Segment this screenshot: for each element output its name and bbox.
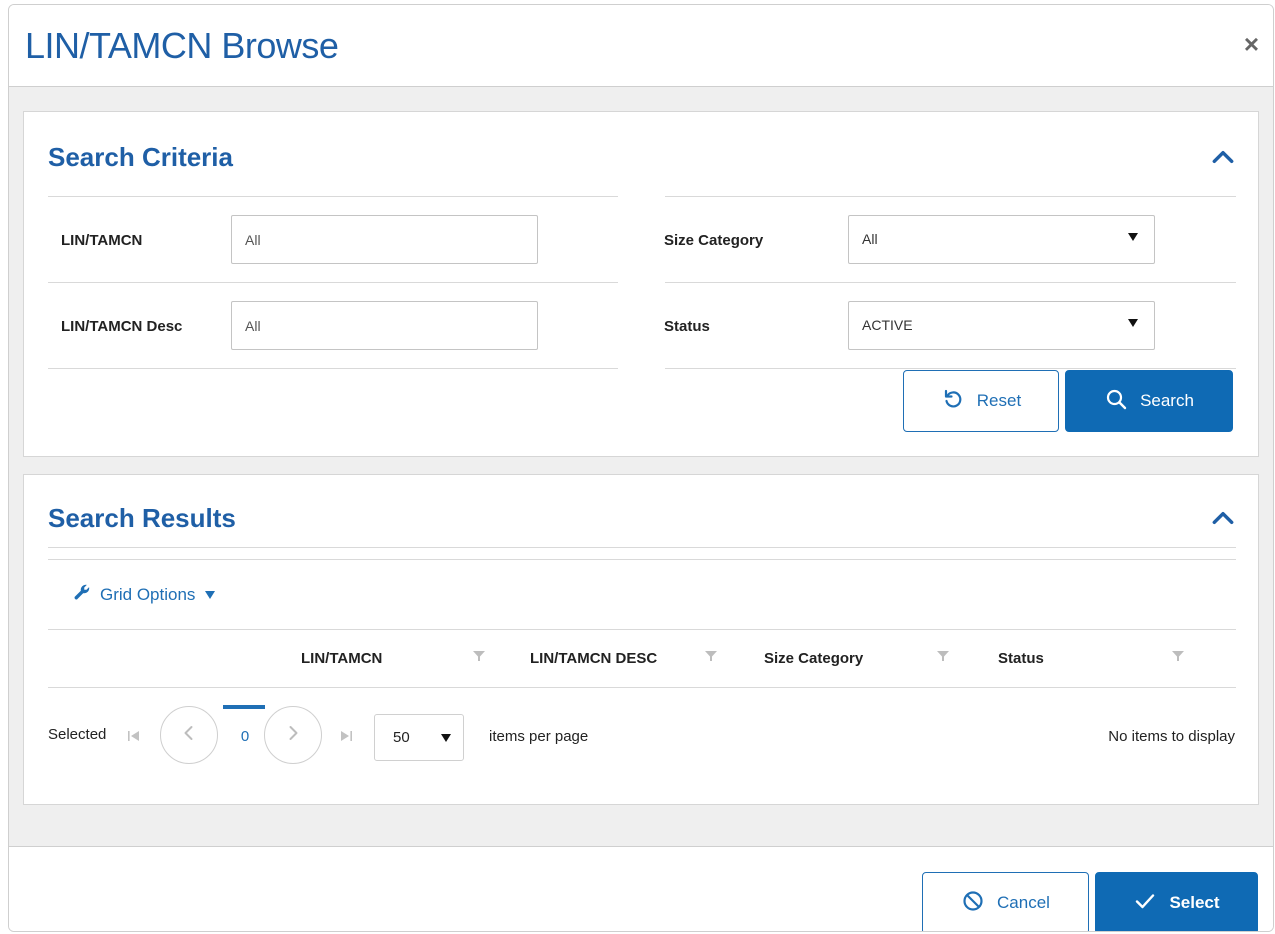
select-button[interactable]: Select bbox=[1095, 872, 1258, 931]
last-page-icon[interactable] bbox=[338, 728, 354, 744]
cancel-button[interactable]: Cancel bbox=[922, 872, 1089, 931]
column-header-lin-tamcn[interactable]: LIN/TAMCN bbox=[301, 650, 382, 667]
column-header-status[interactable]: Status bbox=[998, 650, 1044, 667]
lin-tamcn-browse-dialog: LIN/TAMCN Browse × Search Criteria LIN/T… bbox=[8, 4, 1274, 932]
grid-options-button[interactable]: Grid Options bbox=[72, 582, 216, 607]
divider bbox=[48, 629, 1236, 630]
dialog-footer: Cancel Select bbox=[9, 847, 1273, 931]
dialog-header: LIN/TAMCN Browse × bbox=[9, 5, 1273, 87]
page-size-select[interactable]: 50 bbox=[374, 714, 464, 761]
lin-tamcn-label: LIN/TAMCN bbox=[61, 232, 143, 249]
select-label: Select bbox=[1169, 893, 1220, 912]
next-page-button[interactable] bbox=[264, 706, 322, 764]
divider bbox=[48, 547, 1236, 548]
caret-down-icon bbox=[1128, 319, 1138, 327]
close-icon[interactable]: × bbox=[1244, 31, 1259, 57]
undo-icon bbox=[941, 387, 965, 416]
divider bbox=[48, 559, 1236, 560]
lin-tamcn-desc-label: LIN/TAMCN Desc bbox=[61, 318, 183, 335]
filter-icon[interactable] bbox=[472, 649, 486, 663]
caret-down-icon bbox=[205, 590, 216, 599]
divider bbox=[665, 368, 1236, 369]
search-button[interactable]: Search bbox=[1065, 370, 1233, 432]
column-header-size-category[interactable]: Size Category bbox=[764, 650, 863, 667]
search-results-title: Search Results bbox=[48, 503, 236, 533]
search-icon bbox=[1104, 387, 1128, 416]
dialog-title: LIN/TAMCN Browse bbox=[25, 25, 339, 66]
filter-icon[interactable] bbox=[936, 649, 950, 663]
reset-button[interactable]: Reset bbox=[903, 370, 1059, 432]
caret-down-icon bbox=[441, 734, 451, 742]
checkmark-icon bbox=[1133, 889, 1157, 918]
no-items-message: No items to display bbox=[1108, 728, 1235, 745]
current-page-number[interactable]: 0 bbox=[238, 728, 252, 745]
wrench-icon bbox=[72, 582, 92, 607]
lin-tamcn-desc-input[interactable] bbox=[231, 301, 538, 350]
selected-label: Selected bbox=[48, 726, 107, 743]
filter-icon[interactable] bbox=[1171, 649, 1185, 663]
lin-tamcn-input[interactable] bbox=[231, 215, 538, 264]
search-criteria-title: Search Criteria bbox=[48, 142, 233, 172]
status-label: Status bbox=[664, 318, 710, 335]
cancel-icon bbox=[961, 889, 985, 918]
reset-label: Reset bbox=[976, 391, 1022, 410]
status-select[interactable]: ACTIVE bbox=[848, 301, 1155, 350]
divider bbox=[665, 196, 1236, 197]
divider bbox=[48, 282, 618, 283]
current-page-indicator bbox=[223, 705, 265, 709]
chevron-right-icon bbox=[283, 723, 303, 748]
dialog-body: Search Criteria LIN/TAMCN Size Category … bbox=[9, 87, 1273, 847]
status-value: ACTIVE bbox=[862, 317, 913, 333]
chevron-left-icon bbox=[179, 723, 199, 748]
search-label: Search bbox=[1140, 391, 1194, 410]
size-category-label: Size Category bbox=[664, 232, 764, 249]
search-criteria-panel: Search Criteria LIN/TAMCN Size Category … bbox=[23, 111, 1259, 457]
divider bbox=[665, 282, 1236, 283]
items-per-page-label: items per page bbox=[489, 728, 589, 745]
first-page-icon[interactable] bbox=[126, 728, 142, 744]
divider bbox=[48, 196, 618, 197]
page-size-value: 50 bbox=[393, 729, 410, 746]
divider bbox=[48, 687, 1236, 688]
grid-options-label: Grid Options bbox=[100, 584, 196, 604]
filter-icon[interactable] bbox=[704, 649, 718, 663]
column-header-lin-tamcn-desc[interactable]: LIN/TAMCN DESC bbox=[530, 650, 657, 667]
previous-page-button[interactable] bbox=[160, 706, 218, 764]
chevron-up-icon[interactable] bbox=[1210, 505, 1236, 531]
search-results-panel: Search Results Grid Options LIN/TAMCN LI… bbox=[23, 474, 1259, 805]
size-category-select[interactable]: All bbox=[848, 215, 1155, 264]
chevron-up-icon[interactable] bbox=[1210, 144, 1236, 170]
cancel-label: Cancel bbox=[997, 893, 1050, 912]
caret-down-icon bbox=[1128, 233, 1138, 241]
divider bbox=[48, 368, 618, 369]
size-category-value: All bbox=[862, 231, 878, 247]
